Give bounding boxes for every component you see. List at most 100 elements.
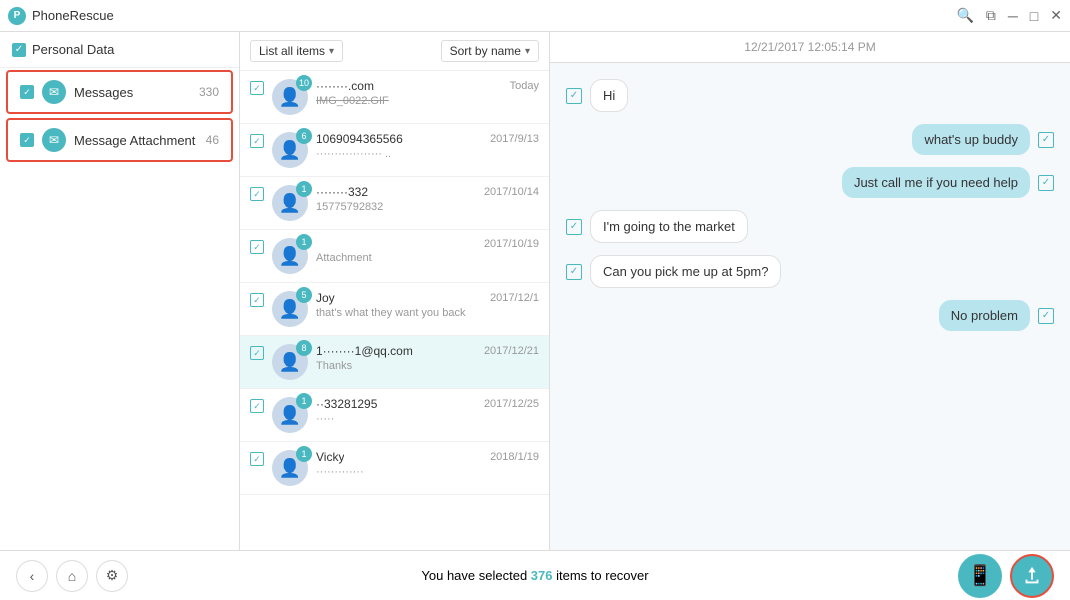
item-top: 1········1@qq.com 2017/12/21 (316, 344, 539, 358)
list-item[interactable]: ✓ 👤 10 ········.com Today IMG_0022.GIF (240, 71, 549, 124)
export-button[interactable] (1010, 554, 1054, 598)
list-item[interactable]: ✓ 👤 1 ··33281295 2017/12/25 ····· (240, 389, 549, 442)
badge: 8 (296, 340, 312, 356)
text-prefix: You have selected (421, 568, 530, 583)
msg-check[interactable]: ✓ (1038, 308, 1054, 324)
avatar-icon: 👤 (279, 458, 301, 479)
sidebar-item-messages[interactable]: ✓ ✉ Messages 330 (6, 70, 233, 114)
phone-transfer-button[interactable]: 📱 (958, 554, 1002, 598)
settings-button[interactable]: ⚙ (96, 560, 128, 592)
message-bubble: Just call me if you need help (842, 167, 1030, 198)
badge: 1 (296, 393, 312, 409)
item-top: ········.com Today (316, 79, 539, 93)
avatar-icon: 👤 (279, 299, 301, 320)
search-icon[interactable]: 🔍 (956, 7, 973, 24)
item-preview: that's what they want you back (316, 307, 516, 319)
msg-check[interactable]: ✓ (566, 88, 582, 104)
chat-messages: ✓ Hi what's up buddy ✓ Just call me if y… (550, 63, 1070, 550)
personal-data-label: Personal Data (32, 42, 114, 57)
app-title: PhoneRescue (32, 8, 114, 23)
attachment-label: Message Attachment (74, 133, 198, 148)
message-row: ✓ I'm going to the market (566, 210, 1054, 243)
middle-toolbar: List all items ▾ Sort by name ▾ (240, 32, 549, 71)
item-check[interactable]: ✓ (250, 187, 264, 201)
conversation-list: ✓ 👤 10 ········.com Today IMG_0022.GIF ✓ (240, 71, 549, 550)
item-date: 2017/12/21 (484, 345, 539, 357)
item-name: ········332 (316, 185, 368, 199)
messages-count: 330 (199, 85, 219, 99)
item-name: Joy (316, 291, 335, 305)
item-content: 1069094365566 2017/9/13 ················… (316, 132, 539, 160)
nav-buttons: ‹ ⌂ ⚙ (16, 560, 128, 592)
minimize-icon[interactable]: ─ (1008, 8, 1018, 24)
back-button[interactable]: ‹ (16, 560, 48, 592)
avatar-icon: 👤 (279, 405, 301, 426)
attachment-check[interactable]: ✓ (20, 133, 34, 147)
messages-icon: ✉ (42, 80, 66, 104)
close-icon[interactable]: ✕ (1050, 7, 1062, 24)
list-item[interactable]: ✓ 👤 6 1069094365566 2017/9/13 ··········… (240, 124, 549, 177)
avatar: 👤 1 (272, 450, 308, 486)
message-row: ✓ Can you pick me up at 5pm? (566, 255, 1054, 288)
avatar-icon: 👤 (279, 246, 301, 267)
avatar: 👤 6 (272, 132, 308, 168)
badge: 6 (296, 128, 312, 144)
filter-label: List all items (259, 44, 325, 58)
item-content: Vicky 2018/1/19 ············· (316, 450, 539, 478)
list-item[interactable]: ✓ 👤 8 1········1@qq.com 2017/12/21 Thank… (240, 336, 549, 389)
avatar-icon: 👤 (279, 193, 301, 214)
maximize-icon[interactable]: □ (1030, 8, 1038, 24)
msg-check[interactable]: ✓ (1038, 175, 1054, 191)
item-name: 1069094365566 (316, 132, 403, 146)
chat-panel: 12/21/2017 12:05:14 PM ✓ Hi what's up bu… (550, 32, 1070, 550)
item-name: Vicky (316, 450, 344, 464)
text-suffix: items to recover (553, 568, 649, 583)
item-preview: ············· (316, 466, 516, 478)
app-logo: P (8, 7, 26, 25)
badge: 1 (296, 181, 312, 197)
home-button[interactable]: ⌂ (56, 560, 88, 592)
sidebar-header-check[interactable]: ✓ (12, 43, 26, 57)
bottom-bar: ‹ ⌂ ⚙ You have selected 376 items to rec… (0, 550, 1070, 600)
list-item[interactable]: ✓ 👤 5 Joy 2017/12/1 that's what they wan… (240, 283, 549, 336)
item-check[interactable]: ✓ (250, 81, 264, 95)
restore-icon[interactable]: ⧉ (986, 7, 996, 24)
msg-check[interactable]: ✓ (566, 264, 582, 280)
msg-check[interactable]: ✓ (1038, 132, 1054, 148)
main-area: ✓ Personal Data ✓ ✉ Messages 330 ✓ ✉ Mes… (0, 32, 1070, 550)
sidebar: ✓ Personal Data ✓ ✉ Messages 330 ✓ ✉ Mes… (0, 32, 240, 550)
list-item[interactable]: ✓ 👤 1 2017/10/19 Attachment (240, 230, 549, 283)
item-top: Vicky 2018/1/19 (316, 450, 539, 464)
messages-check[interactable]: ✓ (20, 85, 34, 99)
avatar-icon: 👤 (279, 87, 301, 108)
message-bubble: Can you pick me up at 5pm? (590, 255, 781, 288)
item-check[interactable]: ✓ (250, 346, 264, 360)
badge: 1 (296, 234, 312, 250)
titlebar-controls: 🔍 ⧉ ─ □ ✕ (956, 7, 1062, 24)
item-date: 2018/1/19 (490, 451, 539, 463)
item-date: 2017/10/19 (484, 238, 539, 250)
msg-check[interactable]: ✓ (566, 219, 582, 235)
message-row: No problem ✓ (566, 300, 1054, 331)
list-item[interactable]: ✓ 👤 1 Vicky 2018/1/19 ············· (240, 442, 549, 495)
avatar-icon: 👤 (279, 352, 301, 373)
item-top: ········332 2017/10/14 (316, 185, 539, 199)
message-bubble: No problem (939, 300, 1030, 331)
item-check[interactable]: ✓ (250, 134, 264, 148)
list-item[interactable]: ✓ 👤 1 ········332 2017/10/14 15775792832 (240, 177, 549, 230)
avatar: 👤 1 (272, 397, 308, 433)
avatar: 👤 1 (272, 185, 308, 221)
item-date: 2017/9/13 (490, 133, 539, 145)
sidebar-item-attachment[interactable]: ✓ ✉ Message Attachment 46 (6, 118, 233, 162)
item-check[interactable]: ✓ (250, 399, 264, 413)
item-check[interactable]: ✓ (250, 240, 264, 254)
message-row: ✓ Hi (566, 79, 1054, 112)
item-check[interactable]: ✓ (250, 452, 264, 466)
sort-dropdown[interactable]: Sort by name ▾ (441, 40, 539, 62)
item-name: 1········1@qq.com (316, 344, 413, 358)
item-check[interactable]: ✓ (250, 293, 264, 307)
avatar: 👤 10 (272, 79, 308, 115)
item-date: 2017/10/14 (484, 186, 539, 198)
filter-dropdown[interactable]: List all items ▾ (250, 40, 343, 62)
item-content: ········.com Today IMG_0022.GIF (316, 79, 539, 107)
